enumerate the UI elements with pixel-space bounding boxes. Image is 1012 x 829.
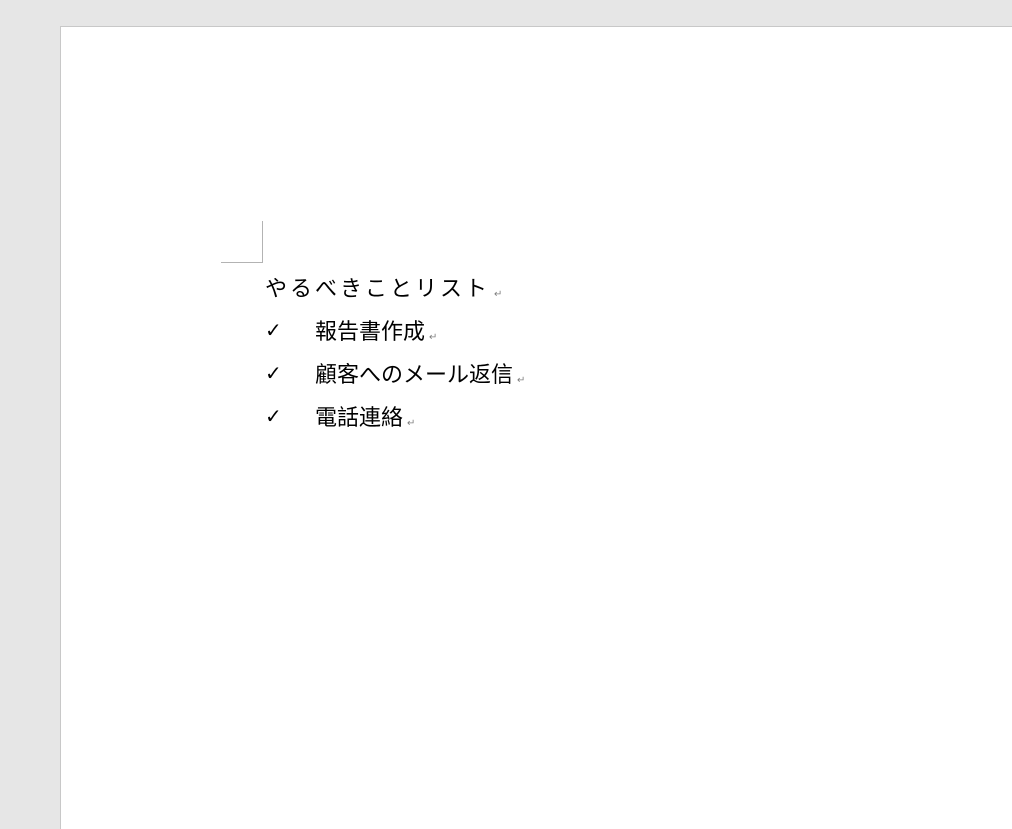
checkmark-bullet-icon: ✓ [265, 361, 282, 385]
list-item[interactable]: ✓ 報告書作成 ↵ [265, 315, 437, 345]
paragraph-mark-icon: ↵ [517, 374, 526, 386]
list-item[interactable]: ✓ 電話連絡 ↵ [265, 401, 415, 431]
app-canvas: やるべきことリスト ↵ ✓ 報告書作成 ↵ ✓ 顧客へのメール返信 ↵ ✓ 電話… [0, 0, 1012, 829]
list-item-text: 報告書作成 [315, 320, 426, 345]
list-item[interactable]: ✓ 顧客へのメール返信 ↵ [265, 358, 525, 388]
margin-corner-marker [221, 221, 263, 263]
list-item-text: 顧客へのメール返信 [315, 363, 514, 388]
list-item-text: 電話連絡 [315, 406, 404, 431]
paragraph-mark-icon: ↵ [429, 331, 438, 343]
document-page[interactable]: やるべきことリスト ↵ ✓ 報告書作成 ↵ ✓ 顧客へのメール返信 ↵ ✓ 電話… [60, 26, 1012, 829]
paragraph-mark-icon: ↵ [494, 288, 506, 300]
document-title-paragraph[interactable]: やるべきことリスト ↵ [265, 272, 505, 302]
checkmark-bullet-icon: ✓ [265, 318, 282, 342]
paragraph-mark-icon: ↵ [407, 417, 416, 429]
document-title: やるべきことリスト [265, 277, 491, 302]
checkmark-bullet-icon: ✓ [265, 404, 282, 428]
